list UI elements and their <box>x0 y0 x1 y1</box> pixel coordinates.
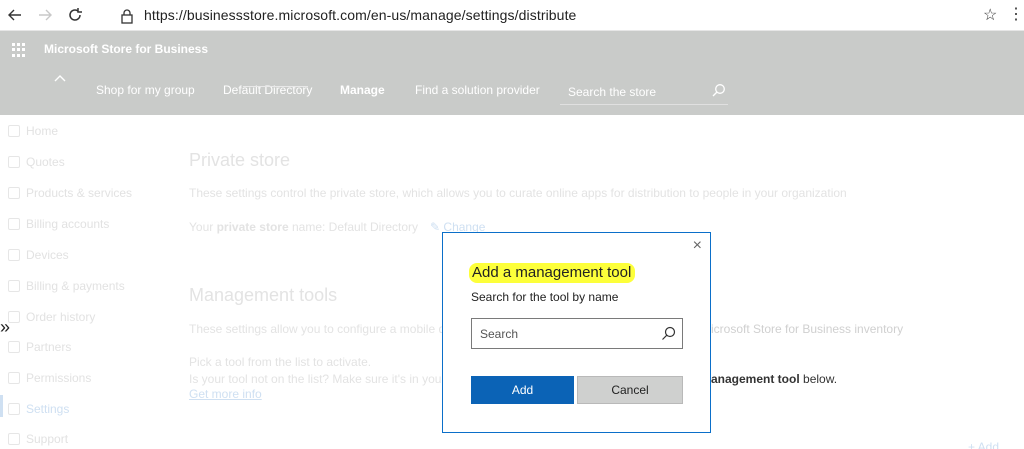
brand-title[interactable]: Microsoft Store for Business <box>44 42 208 56</box>
private-store-description: These settings control the private store… <box>189 186 847 200</box>
more-icon[interactable]: ⋮ <box>1008 4 1024 24</box>
store-search-box[interactable]: Search the store <box>560 77 728 105</box>
private-store-title: Private store <box>189 150 291 170</box>
pick-tool-text: Pick a tool from the list to activate. <box>189 355 372 369</box>
browser-toolbar: https://businessstore.microsoft.com/en-u… <box>0 0 1024 31</box>
get-more-info-link[interactable]: Get more info <box>189 387 262 401</box>
sidebar-item-order-history[interactable]: Order history <box>8 310 95 324</box>
pencil-icon: ✎ <box>430 220 441 234</box>
products-icon <box>8 187 20 199</box>
nav-manage[interactable]: Manage <box>340 83 385 97</box>
sidebar-item-support[interactable]: Support <box>8 432 68 446</box>
not-listed-text-right: anagement tool below. <box>711 372 838 386</box>
nav-active-indicator <box>243 86 308 87</box>
nav-shop-for-my-group[interactable]: Shop for my group <box>96 83 195 97</box>
sidebar-item-home[interactable]: Home <box>8 124 58 138</box>
store-header: Microsoft Store for Business Shop for my… <box>0 31 1024 115</box>
sidebar-active-indicator <box>0 395 3 417</box>
billing-payments-icon <box>8 280 20 292</box>
sidebar-item-permissions[interactable]: Permissions <box>8 371 91 385</box>
sidebar-item-devices[interactable]: Devices <box>8 248 69 262</box>
address-bar[interactable]: https://businessstore.microsoft.com/en-u… <box>144 7 576 23</box>
support-icon <box>8 433 20 445</box>
sidebar-item-products-services[interactable]: Products & services <box>8 186 132 200</box>
settings-icon <box>8 403 20 415</box>
cancel-button[interactable]: Cancel <box>577 376 683 404</box>
home-icon <box>8 125 20 137</box>
arrow-left-icon[interactable] <box>0 0 30 31</box>
star-icon[interactable]: ☆ <box>983 5 997 25</box>
chevron-up-icon[interactable] <box>54 71 66 85</box>
management-tools-description-right: icrosoft Store for Business inventory <box>711 322 904 336</box>
tool-search-box <box>471 318 683 349</box>
sidebar-item-billing-accounts[interactable]: Billing accounts <box>8 217 109 231</box>
devices-icon <box>8 249 20 261</box>
close-icon[interactable]: × <box>693 238 702 254</box>
add-management-tool-dialog: × Add a management tool Search for the t… <box>442 232 711 433</box>
management-tools-description-left: These settings allow you to configure a … <box>189 322 452 336</box>
tool-search-input[interactable] <box>472 319 656 348</box>
sidebar-item-billing-payments[interactable]: Billing & payments <box>8 279 125 293</box>
arrow-right-icon[interactable] <box>30 0 60 31</box>
sidebar-item-settings[interactable]: Settings <box>8 402 69 416</box>
refresh-icon[interactable] <box>60 0 90 31</box>
nav-find-solution-provider[interactable]: Find a solution provider <box>415 83 540 97</box>
dialog-subtitle: Search for the tool by name <box>471 290 619 304</box>
sidebar-item-partners[interactable]: Partners <box>8 340 71 354</box>
billing-accounts-icon <box>8 218 20 230</box>
search-icon[interactable] <box>661 326 676 346</box>
app-launcher-icon[interactable] <box>12 43 26 57</box>
lock-icon <box>118 7 136 25</box>
private-store-name: Your private store name: Default Directo… <box>189 220 419 234</box>
dialog-title: Add a management tool <box>469 263 636 283</box>
expand-sidebar-icon[interactable]: » <box>0 317 10 338</box>
not-listed-text-left: Is your tool not on the list? Make sure … <box>189 372 446 386</box>
permissions-icon <box>8 372 20 384</box>
search-icon[interactable] <box>712 83 726 102</box>
store-search-placeholder: Search the store <box>568 85 657 99</box>
management-tools-title: Management tools <box>189 285 338 305</box>
sidebar-item-quotes[interactable]: Quotes <box>8 155 65 169</box>
add-tool-link[interactable]: + Add <box>968 440 999 449</box>
partners-icon <box>8 341 20 353</box>
add-button[interactable]: Add <box>471 376 574 404</box>
quotes-icon <box>8 156 20 168</box>
